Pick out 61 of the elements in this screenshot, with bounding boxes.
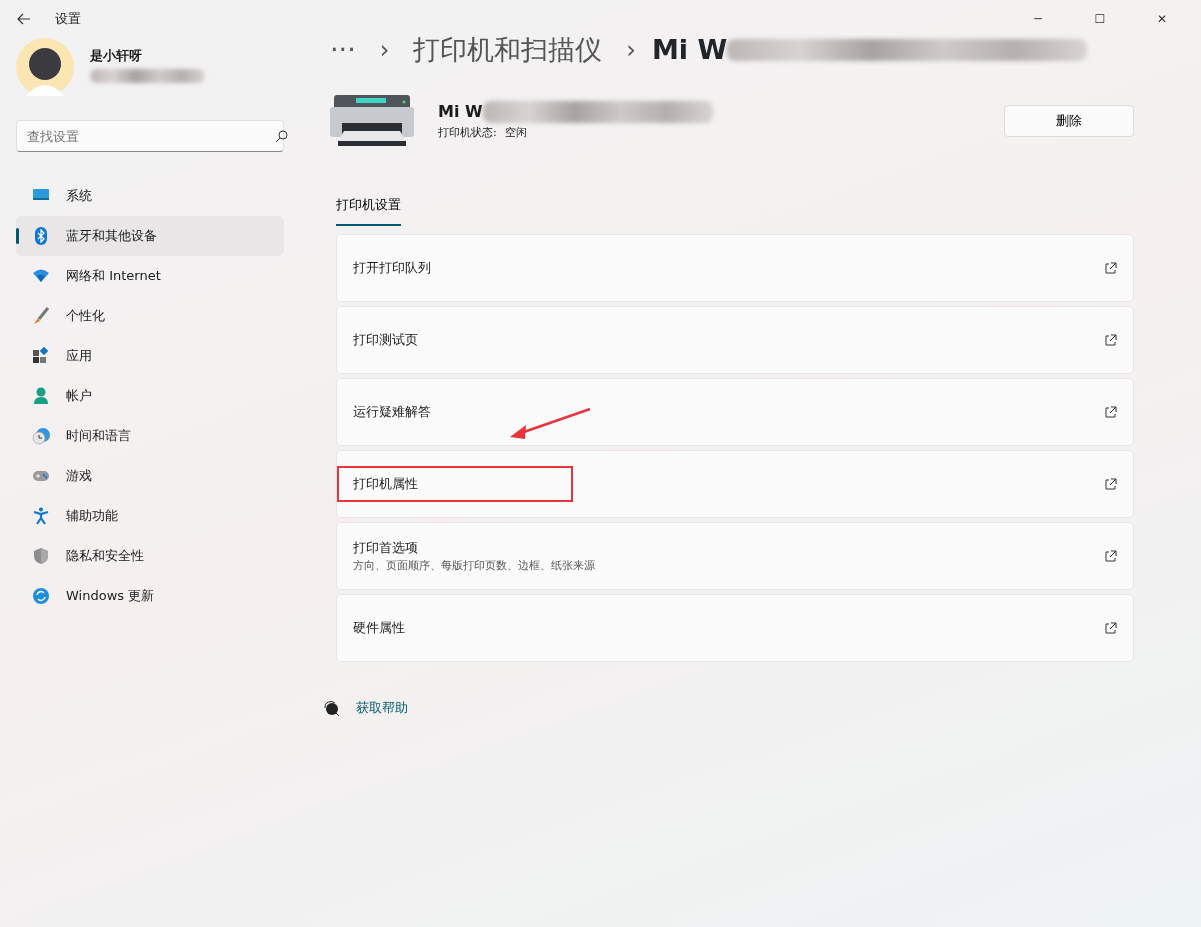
chevron-icon: › (626, 32, 636, 69)
user-name: 是小轩呀 (90, 46, 143, 65)
setting-title: 运行疑难解答 (353, 403, 431, 422)
setting-card[interactable]: 运行疑难解答 (336, 378, 1134, 446)
more-button[interactable]: ··· (330, 30, 356, 71)
page-title: Mi W (651, 33, 728, 67)
status-label: 打印机状态: (438, 123, 497, 141)
setting-card[interactable]: 硬件属性 (336, 594, 1134, 662)
accessibility-icon (32, 507, 50, 525)
back-button[interactable] (16, 12, 31, 26)
shield-icon (32, 547, 50, 565)
external-link-icon (1104, 477, 1117, 491)
sidebar-item[interactable]: 系统 (16, 176, 284, 216)
setting-title: 打开打印队列 (353, 259, 431, 278)
setting-description: 方向、页面顺序、每版打印页数、边框、纸张来源 (353, 557, 595, 574)
search-icon (275, 130, 288, 143)
status-value: 空闲 (504, 123, 527, 141)
avatar (16, 38, 74, 96)
setting-title: 打印机属性 (339, 468, 571, 500)
close-button[interactable]: ✕ (1139, 7, 1185, 31)
sidebar-item[interactable]: 时间和语言 (16, 416, 284, 456)
bluetooth-icon (32, 227, 50, 245)
setting-card[interactable]: 打印测试页 (336, 306, 1134, 374)
printer-icon (330, 94, 414, 147)
update-icon (32, 587, 50, 605)
help-link[interactable]: 获取帮助 (356, 698, 408, 718)
maximize-button[interactable]: ☐ (1077, 7, 1123, 31)
printer-name: Mi W (438, 100, 483, 123)
sidebar-item[interactable]: 个性化 (16, 296, 284, 336)
external-link-icon (1104, 261, 1117, 275)
setting-card[interactable]: 打印首选项 方向、页面顺序、每版打印页数、边框、纸张来源 (336, 522, 1134, 590)
external-link-icon (1104, 405, 1117, 419)
clock-icon (32, 427, 50, 445)
apps-icon (32, 347, 50, 365)
setting-title: 打印首选项 (353, 539, 419, 557)
sidebar-item[interactable]: 辅助功能 (16, 496, 284, 536)
sidebar-item[interactable]: 蓝牙和其他设备 (16, 216, 284, 256)
person-icon (32, 387, 50, 405)
breadcrumb-link[interactable]: 打印机和扫描仪 (413, 30, 603, 71)
section-tab[interactable]: 打印机设置 (336, 194, 401, 226)
brush-icon (32, 307, 50, 325)
minimize-button[interactable]: ─ (1015, 7, 1061, 31)
sidebar-item[interactable]: 网络和 Internet (16, 256, 284, 296)
back-icon (16, 12, 31, 26)
setting-card[interactable]: 打印机属性 (336, 450, 1134, 518)
sidebar-item[interactable]: Windows 更新 (16, 576, 284, 616)
search-field[interactable]: 查找设置 (16, 120, 284, 152)
setting-title: 硬件属性 (353, 619, 405, 638)
sidebar-item[interactable]: 应用 (16, 336, 284, 376)
delete-button[interactable]: 删除 (1004, 104, 1134, 137)
window-title: 设置 (55, 10, 81, 29)
sidebar-item[interactable]: 游戏 (16, 456, 284, 496)
external-link-icon (1104, 621, 1117, 635)
chevron-icon: › (379, 32, 390, 69)
sidebar-item[interactable]: 帐户 (16, 376, 284, 416)
help-icon (322, 698, 340, 717)
setting-title: 打印测试页 (353, 331, 418, 350)
setting-card[interactable]: 打开打印队列 (336, 234, 1134, 302)
external-link-icon (1104, 549, 1117, 563)
sidebar-item[interactable]: 隐私和安全性 (16, 536, 284, 576)
external-link-icon (1104, 333, 1117, 347)
